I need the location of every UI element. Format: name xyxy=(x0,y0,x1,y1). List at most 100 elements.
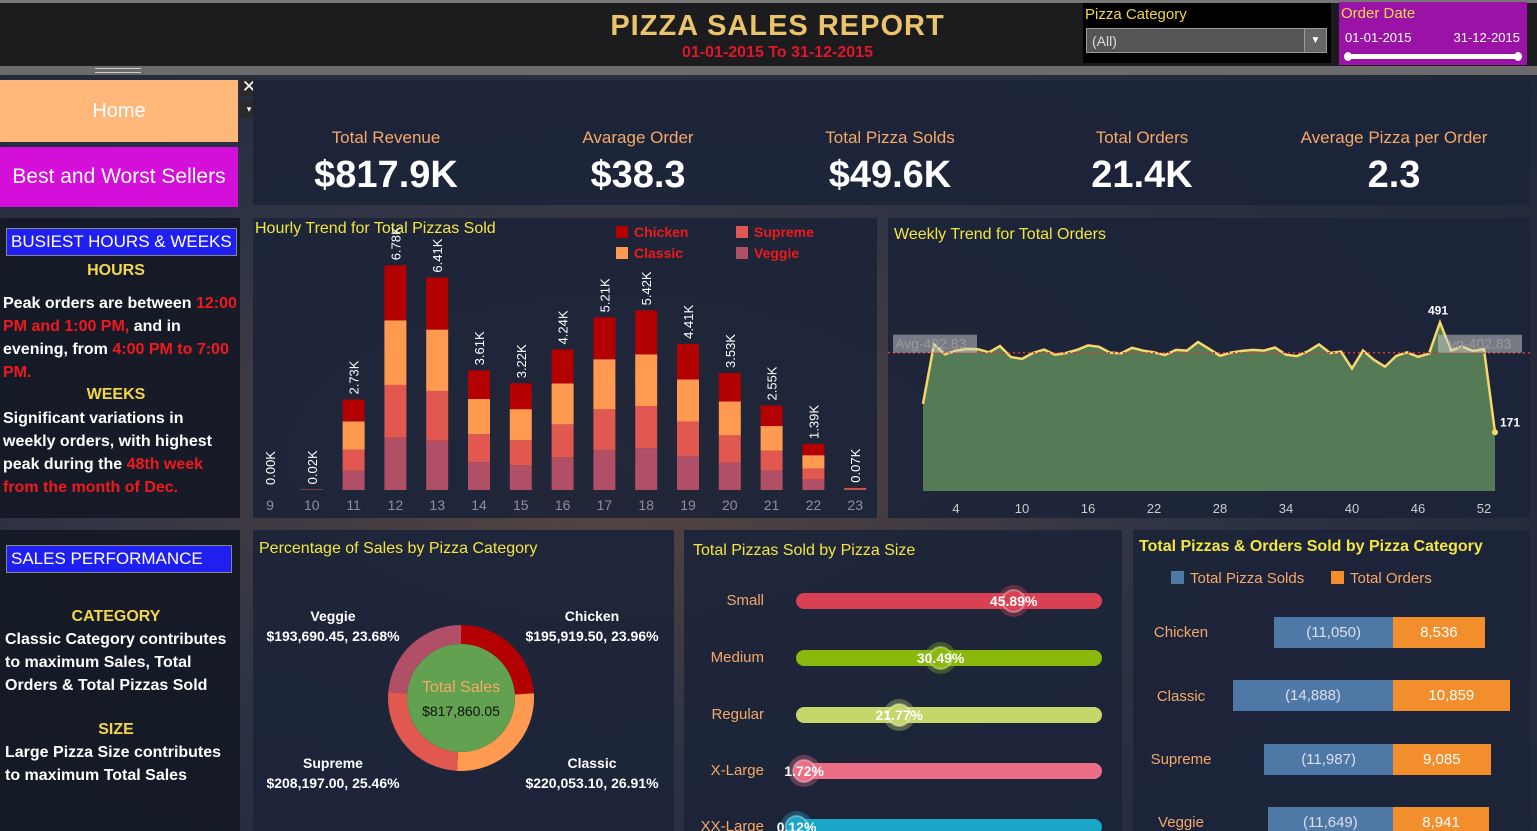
bar-total-pizza-solds: (11,050) xyxy=(1274,617,1393,648)
slice-name: Classic xyxy=(567,755,617,771)
legend-item-total-pizza-solds[interactable]: Total Pizza Solds xyxy=(1171,570,1304,587)
bar-total-orders: 8,536 xyxy=(1393,617,1485,648)
bar-segment-classic xyxy=(426,329,449,391)
bar-total-label: 0.02K xyxy=(305,450,320,484)
x-tick-label: 22 xyxy=(806,497,822,513)
slice-value: $193,690.45, 23.68% xyxy=(266,628,400,644)
pizzas-by-size-chart: Total Pizzas Sold by Pizza Size Small Me… xyxy=(684,530,1122,831)
bar-total-label: 3.53K xyxy=(723,334,738,368)
bar-segment-supreme xyxy=(509,440,532,466)
bar-segment-chicken xyxy=(635,310,658,355)
date-slider-start-handle[interactable] xyxy=(1344,52,1352,61)
hourly-chart-svg: 0.00K 9 0.02K 10 2.73K 11 6.78K 12 6.41K 13 3.61K 1… xyxy=(263,226,867,513)
category-filter: Pizza Category (All) ▼ xyxy=(1083,3,1331,63)
size-bar xyxy=(796,819,1102,831)
bar-segment-veggie xyxy=(844,489,867,490)
bar-segment-veggie xyxy=(551,457,574,490)
min-label: 171 xyxy=(1500,415,1520,429)
bar-segment-veggie xyxy=(718,462,741,490)
bar-segment-veggie xyxy=(760,470,783,490)
weekly-chart-svg: Avg-402.83 Avg-402.83 491 171 4 10 16 22 28 34 40 4… xyxy=(888,303,1530,516)
bar-segment-chicken xyxy=(426,277,449,330)
legend-label: Total Orders xyxy=(1350,570,1432,587)
kpi-label: Total Orders xyxy=(1095,128,1189,147)
date-from: 01-01-2015 xyxy=(1345,30,1412,45)
donut-center xyxy=(407,644,515,752)
date-range-slider[interactable] xyxy=(1347,54,1519,59)
bar-segment-classic xyxy=(635,354,658,406)
x-tick-label: 13 xyxy=(429,497,445,513)
max-label: 491 xyxy=(1428,303,1448,317)
weeks-heading: WEEKS xyxy=(86,386,146,403)
best-worst-sellers-button[interactable]: Best and Worst Sellers xyxy=(0,147,238,207)
size-bar xyxy=(796,707,1102,723)
category-label-supreme: Supreme xyxy=(1150,751,1212,768)
bar-segment-classic xyxy=(384,320,407,385)
min-point xyxy=(1492,429,1498,436)
x-tick-label: 9 xyxy=(266,497,274,513)
x-tick-label: 10 xyxy=(1015,501,1029,516)
bar-segment-chicken xyxy=(718,373,741,402)
date-to: 31-12-2015 xyxy=(1453,30,1521,45)
drag-handle[interactable] xyxy=(95,68,141,73)
page-subtitle: 01-01-2015 To 31-12-2015 xyxy=(682,44,873,61)
bar-segment-classic xyxy=(342,421,365,450)
home-button[interactable]: Home xyxy=(0,80,238,142)
bar-total-orders: 9,085 xyxy=(1393,744,1491,775)
category-select[interactable]: (All) ▼ xyxy=(1086,28,1327,53)
legend-swatch xyxy=(1171,571,1184,584)
legend-swatch xyxy=(1331,571,1344,584)
category-text: Classic Category contributes to maximum … xyxy=(5,631,227,694)
busiest-badge: BUSIEST HOURS & WEEKS xyxy=(6,228,237,256)
bar-segment-chicken xyxy=(844,487,867,489)
x-tick-label: 4 xyxy=(952,501,959,516)
date-slider-end-handle[interactable] xyxy=(1514,52,1522,61)
bar-segment-supreme xyxy=(802,468,825,480)
bar-total-label: 1.39K xyxy=(806,405,821,439)
chart-title: Total Pizzas & Orders Sold by Pizza Cate… xyxy=(1139,538,1483,555)
sales-performance-panel: SALES PERFORMANCE CATEGORY Classic Categ… xyxy=(0,530,240,831)
slice-value: $195,919.50, 23.96% xyxy=(525,628,659,644)
kpi-value: $49.6K xyxy=(828,154,952,196)
kpi-value: $38.3 xyxy=(590,154,686,196)
bar-total-label: 6.78K xyxy=(388,226,403,260)
weekly-trend-chart: Weekly Trend for Total Orders Avg-402.83… xyxy=(888,218,1530,518)
bar-segment-veggie xyxy=(593,449,616,490)
x-tick-label: 20 xyxy=(722,497,738,513)
sales-performance-badge: SALES PERFORMANCE xyxy=(6,545,232,573)
bar-segment-supreme xyxy=(844,488,867,490)
slice-value: $220,053.10, 26.91% xyxy=(525,775,659,791)
bar-segment-classic xyxy=(718,401,741,436)
kpi-total-orders: Total Orders 21.4K xyxy=(1017,128,1267,197)
donut-center-value: $817,860.05 xyxy=(422,703,500,719)
bar-segment-chicken xyxy=(551,349,574,384)
bar-segment-supreme xyxy=(760,450,783,471)
hours-heading: HOURS xyxy=(87,262,145,279)
kpi-value: $817.9K xyxy=(314,154,458,196)
bar-total-label: 2.55K xyxy=(765,366,780,400)
bar-segment-classic xyxy=(802,455,825,469)
bar-segment-chicken xyxy=(593,317,616,360)
bar-total-label: 0.07K xyxy=(848,448,863,482)
x-tick-label: 12 xyxy=(388,497,404,513)
bar-segment-chicken xyxy=(677,343,699,380)
legend-item-total-orders[interactable]: Total Orders xyxy=(1331,570,1432,587)
hours-text-a: Peak orders are between xyxy=(3,295,192,312)
divider xyxy=(0,66,1537,75)
avg-label-left: Avg-402.83 xyxy=(895,336,967,352)
kpi-label: Total Revenue xyxy=(331,128,441,147)
slice-label-classic: Classic $220,053.10, 26.91% xyxy=(512,753,672,793)
sales-by-category-donut: Percentage of Sales by Pizza Category To… xyxy=(253,530,674,831)
category-label-classic: Classic xyxy=(1156,688,1206,705)
chevron-down-icon[interactable]: ▼ xyxy=(1304,29,1326,52)
hours-text: Peak orders are between 12:00 PM and 1:0… xyxy=(3,292,239,384)
slice-name: Veggie xyxy=(310,608,356,624)
slice-label-veggie: Veggie $193,690.45, 23.68% xyxy=(253,606,413,646)
bar-segment-supreme xyxy=(635,405,658,449)
bar-total-pizza-solds: (14,888) xyxy=(1233,680,1393,711)
bar-segment-veggie xyxy=(635,448,658,490)
x-tick-label: 52 xyxy=(1477,501,1491,516)
bar-segment-veggie xyxy=(509,465,532,490)
hourly-trend-chart: Hourly Trend for Total Pizzas Sold Chick… xyxy=(253,218,877,518)
bar-total-label: 5.21K xyxy=(597,278,612,312)
